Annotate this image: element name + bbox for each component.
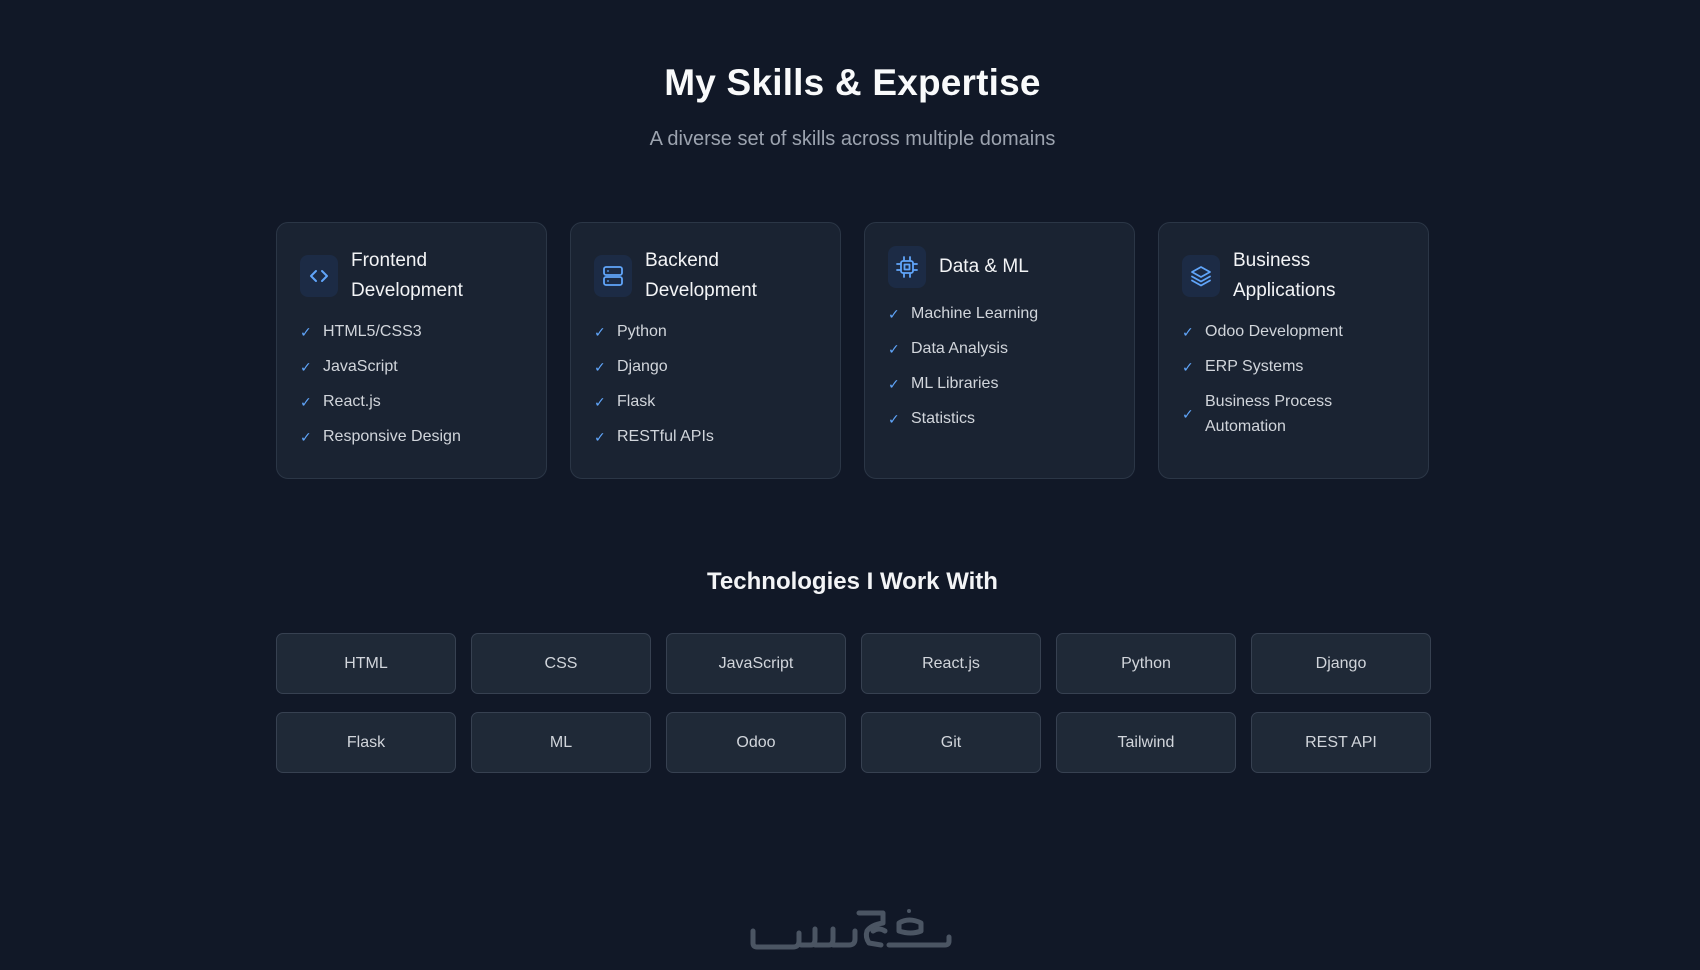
server-icon: [594, 255, 632, 297]
list-item: ✓ Django: [594, 354, 818, 380]
check-icon: ✓: [888, 376, 900, 392]
tech-chip-javascript[interactable]: JavaScript: [666, 633, 846, 694]
technologies-grid: HTML CSS JavaScript React.js Python Djan…: [276, 633, 1431, 773]
tech-chip-rest-api[interactable]: REST API: [1251, 712, 1431, 773]
list-item: ✓ ML Libraries: [888, 371, 1112, 397]
check-icon: ✓: [888, 306, 900, 322]
tech-chip-git[interactable]: Git: [861, 712, 1041, 773]
list-item: ✓ Odoo Development: [1182, 319, 1406, 345]
list-item: ✓ Python: [594, 319, 818, 345]
tech-chip-flask[interactable]: Flask: [276, 712, 456, 773]
code-icon: [300, 255, 338, 297]
layers-icon: [1182, 255, 1220, 297]
skill-cards: Frontend Development ✓ HTML5/CSS3 ✓ JavaSc…: [276, 222, 1430, 479]
list-item: ✓ JavaScript: [300, 354, 524, 380]
tech-chip-css[interactable]: CSS: [471, 633, 651, 694]
check-icon: ✓: [594, 324, 606, 340]
check-icon: ✓: [300, 394, 312, 410]
check-icon: ✓: [300, 324, 312, 340]
list-item: ✓ Data Analysis: [888, 336, 1112, 362]
list-item: ✓ Statistics: [888, 406, 1112, 432]
skill-list: ✓ Machine Learning ✓ Data Analysis ✓ ML Lib…: [888, 301, 1112, 432]
tech-chip-django[interactable]: Django: [1251, 633, 1431, 694]
skill-card-backend: Backend Development ✓ Python ✓ Django ✓ Fla…: [570, 222, 841, 479]
tech-chip-reactjs[interactable]: React.js: [861, 633, 1041, 694]
skills-section: My Skills & Expertise A diverse set of s…: [0, 0, 1700, 970]
skill-card-business: Business Applications ✓ Odoo Development …: [1158, 222, 1429, 479]
check-icon: ✓: [594, 429, 606, 445]
section-title: My Skills & Expertise: [664, 62, 1041, 103]
check-icon: ✓: [300, 359, 312, 375]
check-icon: ✓: [1182, 324, 1194, 340]
check-icon: ✓: [1182, 405, 1194, 422]
list-item: ✓ ERP Systems: [1182, 354, 1406, 380]
technologies-title: Technologies I Work With: [707, 568, 998, 595]
tech-chip-odoo[interactable]: Odoo: [666, 712, 846, 773]
tech-chip-ml[interactable]: ML: [471, 712, 651, 773]
check-icon: ✓: [888, 341, 900, 357]
check-icon: ✓: [300, 429, 312, 445]
skill-list: ✓ Python ✓ Django ✓ Flask ✓ RESTful APIs: [594, 319, 818, 450]
cpu-chip-icon: [888, 246, 926, 288]
tech-chip-html[interactable]: HTML: [276, 633, 456, 694]
section-subtitle: A diverse set of skills across multiple …: [649, 128, 1056, 150]
tech-chip-tailwind[interactable]: Tailwind: [1056, 712, 1236, 773]
card-title: Data & ML: [939, 256, 1029, 277]
watermark-logo: [749, 905, 953, 953]
tech-chip-python[interactable]: Python: [1056, 633, 1236, 694]
check-icon: ✓: [594, 359, 606, 375]
list-item: ✓ React.js: [300, 389, 524, 415]
skill-list: ✓ Odoo Development ✓ ERP Systems ✓ Business…: [1182, 319, 1406, 439]
skill-card-frontend: Frontend Development ✓ HTML5/CSS3 ✓ JavaSc…: [276, 222, 547, 479]
list-item: ✓ Machine Learning: [888, 301, 1112, 327]
skill-card-data-ml: Data & ML ✓ Machine Learning ✓ Data Analys…: [864, 222, 1135, 479]
card-title: Business Applications: [1233, 250, 1336, 301]
card-title: Backend Development: [645, 250, 757, 301]
card-title: Frontend Development: [351, 250, 463, 301]
check-icon: ✓: [1182, 359, 1194, 375]
check-icon: ✓: [888, 411, 900, 427]
check-icon: ✓: [594, 394, 606, 410]
list-item: ✓ Business Process Automation: [1182, 393, 1333, 435]
skill-list: ✓ HTML5/CSS3 ✓ JavaScript ✓ React.js ✓ Respo…: [300, 319, 524, 450]
list-item: ✓ Flask: [594, 389, 818, 415]
list-item: ✓ RESTful APIs: [594, 424, 818, 450]
list-item: ✓ Responsive Design: [300, 424, 524, 450]
list-item: ✓ HTML5/CSS3: [300, 319, 524, 345]
